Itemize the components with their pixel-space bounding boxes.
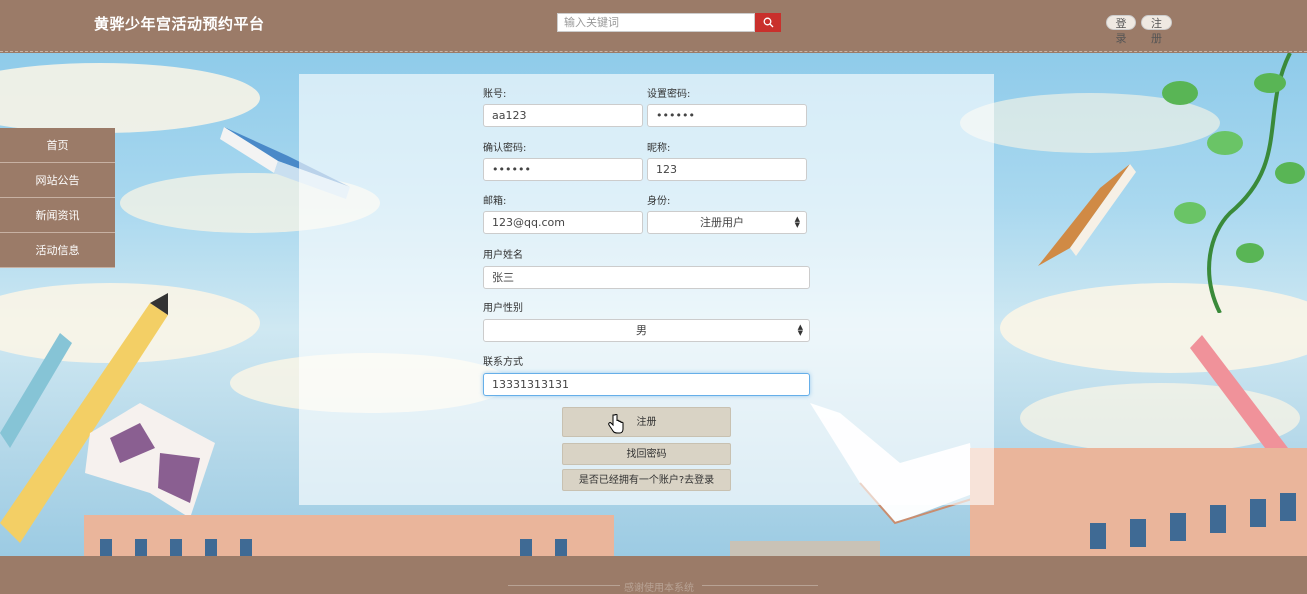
password-label: 设置密码: — [647, 89, 691, 100]
side-navigation: 首页 网站公告 新闻资讯 活动信息 — [0, 128, 115, 268]
confirm-password-label: 确认密码: — [483, 143, 527, 154]
register-submit-label: 注册 — [636, 417, 657, 428]
nav-item-news[interactable]: 新闻资讯 — [0, 198, 115, 233]
nickname-input[interactable]: 123 — [647, 158, 807, 181]
footer-text: 感谢使用本系统 — [624, 583, 694, 594]
nickname-label: 昵称: — [647, 143, 671, 154]
hand-cursor-icon — [608, 414, 624, 434]
recover-password-button[interactable]: 找回密码 — [562, 443, 731, 465]
password-input[interactable]: •••••• — [647, 104, 807, 127]
email-label: 邮箱: — [483, 196, 507, 207]
gender-select[interactable]: 男 ▲ ▼ — [483, 319, 810, 342]
contact-input[interactable]: 13331313131 — [483, 373, 810, 396]
name-input[interactable]: 张三 — [483, 266, 810, 289]
header-bar: 黄骅少年宫活动预约平台 登录 注册 — [0, 0, 1307, 52]
nav-item-announcements[interactable]: 网站公告 — [0, 163, 115, 198]
role-label: 身份: — [647, 196, 671, 207]
select-arrows-icon: ▲ ▼ — [797, 323, 803, 337]
search-button[interactable] — [755, 13, 781, 32]
search-icon — [763, 17, 773, 28]
select-arrows-icon: ▲ ▼ — [794, 215, 800, 229]
login-button[interactable]: 登录 — [1106, 15, 1136, 45]
account-input[interactable]: aa123 — [483, 104, 643, 127]
contact-label: 联系方式 — [483, 357, 523, 368]
gender-label: 用户性别 — [483, 303, 523, 314]
goto-login-button[interactable]: 是否已经拥有一个账户?去登录 — [562, 469, 731, 491]
name-label: 用户姓名 — [483, 250, 523, 261]
role-select[interactable]: 注册用户 ▲ ▼ — [647, 211, 807, 234]
role-select-value: 注册用户 — [700, 216, 744, 229]
site-title[interactable]: 黄骅少年宫活动预约平台 — [94, 13, 265, 34]
email-input[interactable]: 123@qq.com — [483, 211, 643, 234]
footer: 感谢使用本系统 — [0, 556, 1307, 594]
footer-divider-right — [702, 585, 818, 586]
nav-item-home[interactable]: 首页 — [0, 128, 115, 163]
register-submit-button[interactable]: 注册 — [562, 407, 731, 437]
search-input[interactable] — [557, 13, 755, 32]
confirm-password-input[interactable]: •••••• — [483, 158, 643, 181]
footer-divider-left — [508, 585, 620, 586]
gender-select-value: 男 — [636, 324, 647, 337]
register-link-button[interactable]: 注册 — [1141, 15, 1172, 45]
account-label: 账号: — [483, 89, 507, 100]
nav-item-activities[interactable]: 活动信息 — [0, 233, 115, 268]
